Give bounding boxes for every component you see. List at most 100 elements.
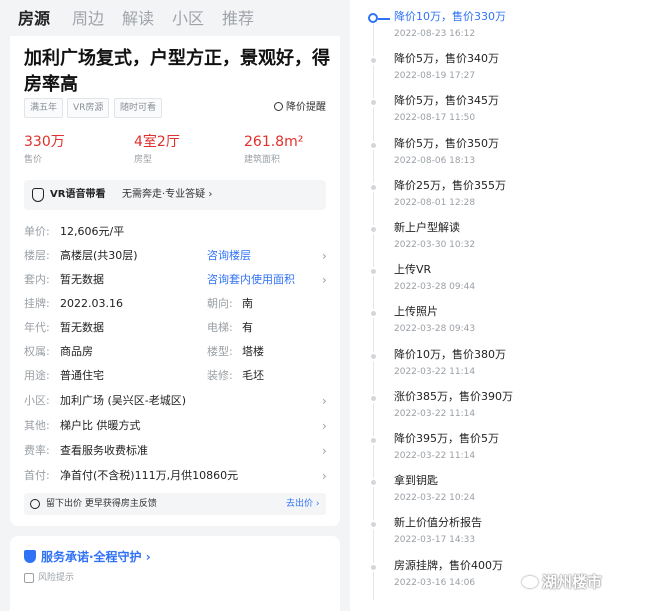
listing-card: 加利广场复式，户型方正，景观好，得房率高 满五年 VR房源 随时可看 降价提醒 … (10, 36, 340, 526)
timeline-date: 2022-08-17 11:50 (394, 113, 476, 124)
timeline-event: 拿到钥匙 (394, 474, 438, 488)
fees-value: 查看服务收费标准 (60, 444, 148, 457)
vr-icon (32, 188, 44, 202)
tab-surroundings[interactable]: 周边 (72, 8, 104, 30)
timeline-dot-icon (369, 436, 378, 445)
timeline-item: 拿到钥匙 2022-03-22 10:24 (350, 470, 660, 510)
detail-fees[interactable]: 费率: 查看服务收费标准 › (24, 441, 327, 461)
timeline-event: 涨价385万，售价390万 (394, 389, 513, 403)
timeline-item: 上传照片 2022-03-28 09:43 (350, 301, 660, 341)
timeline-event: 降价395万，售价5万 (394, 432, 499, 445)
price-alert-button[interactable]: 降价提醒 (274, 100, 326, 116)
community-label: 小区: (24, 394, 50, 407)
floor-value: 高楼层(共30层) (60, 249, 138, 262)
tab-analysis[interactable]: 解读 (122, 8, 154, 30)
timeline-date: 2022-03-22 10:24 (394, 493, 476, 504)
listed-value: 2022.03.16 (60, 297, 123, 310)
timeline-event: 降价5万，售价350万 (394, 136, 499, 150)
ask-floor-link[interactable]: 咨询楼层 (207, 246, 251, 266)
usage-value: 普通住宅 (60, 369, 104, 382)
timeline-event: 新上价值分析报告 (394, 516, 482, 530)
detail-usage: 用途: 普通住宅 装修: 毛坯 (24, 366, 326, 386)
layout-label: 房型 (134, 155, 153, 165)
timeline-date: 2022-03-30 10:32 (394, 240, 476, 250)
watermark-text: 湖州楼市 (542, 573, 603, 591)
timeline-date: 2022-08-06 18:13 (394, 155, 476, 166)
history-timeline: 降价10万，售价330万 2022-08-23 16:12 降价5万，售价340万 2… (350, 0, 660, 611)
timeline-date: 2022-03-28 09:44 (394, 282, 476, 293)
detail-other[interactable]: 其他: 梯户比 供暖方式 › (24, 416, 327, 436)
timeline-event: 降价25万，售价355万 (394, 178, 506, 192)
timeline-item: 降价10万，售价330万 2022-08-23 16:12 (350, 6, 660, 46)
detail-down-payment[interactable]: 首付: 净首付(不含税)111万,月供10860元 › (24, 466, 327, 486)
clock-icon (274, 102, 283, 111)
elevator-value: 有 (242, 321, 253, 334)
tag-viewable: 随时可看 (114, 98, 163, 118)
timeline-date: 2022-03-28 09:43 (394, 324, 476, 335)
building-type-value: 塔楼 (242, 345, 264, 358)
timeline-date: 2022-08-19 17:27 (394, 71, 476, 82)
vr-tour-banner[interactable]: VR语音带看 无需奔走·专业答疑 › (24, 180, 326, 210)
timeline-item: 涨价385万，售价390万 2022-03-22 11:14 (350, 386, 660, 426)
tab-bar: 房源 周边 解读 小区 推荐 (0, 0, 350, 36)
timeline-item: 上传VR 2022-03-28 09:44 (350, 259, 660, 299)
timeline-dot-icon (369, 267, 378, 277)
tab-recommend[interactable]: 推荐 (222, 8, 254, 30)
down-payment-label: 首付: (24, 469, 50, 482)
detail-ownership: 权属: 商品房 楼型: 塔楼 (24, 342, 326, 362)
vr-title: VR语音带看 (50, 189, 106, 200)
ownership-value: 商品房 (60, 345, 93, 358)
timeline-dot-icon (369, 140, 378, 150)
service-promise-link[interactable]: 服务承诺·全程守护 › (41, 548, 151, 566)
timeline-date: 2022-08-23 16:12 (394, 29, 476, 39)
year-label: 年代: (24, 321, 50, 334)
timeline-date: 2022-03-16 14:06 (394, 577, 476, 588)
timeline-date: 2022-03-22 11:14 (394, 366, 476, 377)
timeline-dot-icon (369, 478, 378, 488)
decoration-label: 装修: (207, 369, 233, 382)
other-label: 其他: (24, 419, 50, 432)
price-alert-label: 降价提醒 (286, 102, 326, 113)
chevron-right-icon: › (322, 273, 327, 287)
make-offer-button[interactable]: 去出价 › (286, 496, 319, 512)
timeline-item: 降价5万，售价340万 2022-08-19 17:27 (350, 48, 660, 88)
detail-community[interactable]: 小区: 加利广场 (吴兴区-老城区) › (24, 391, 327, 411)
year-value: 暂无数据 (60, 321, 104, 334)
timeline-date: 2022-03-17 14:33 (394, 535, 476, 546)
timeline-dot-icon (369, 309, 378, 319)
timeline-item: 新上价值分析报告 2022-03-17 14:33 (350, 512, 660, 552)
elevator-label: 电梯: (207, 321, 233, 334)
timeline-dot-icon (369, 98, 378, 108)
listed-label: 挂牌: (24, 297, 50, 310)
vr-subtitle: 无需奔走·专业答疑 › (122, 189, 213, 200)
watermark: 湖州楼市 (522, 571, 602, 593)
building-type-label: 楼型: (207, 345, 233, 358)
timeline-dot-icon (369, 56, 378, 66)
fees-label: 费率: (24, 444, 50, 457)
other-value: 梯户比 供暖方式 (60, 419, 141, 432)
tag-five-years: 满五年 (24, 98, 64, 118)
unit-price-value: 12,606元/平 (60, 225, 125, 238)
timeline-item: 新上户型解读 2022-03-30 10:32 (350, 217, 660, 257)
tab-community[interactable]: 小区 (172, 8, 204, 30)
price-label: 售价 (24, 155, 43, 165)
down-payment-value: 净首付(不含税)111万,月供10860元 (60, 469, 239, 482)
detail-year: 年代: 暂无数据 电梯: 有 (24, 318, 326, 338)
tab-listing[interactable]: 房源 (18, 8, 50, 30)
timeline-event: 降价10万，售价380万 (394, 347, 506, 361)
risk-notice-link[interactable]: 风险提示 (38, 571, 74, 585)
timeline-current-dot-icon (368, 13, 378, 23)
wechat-icon (522, 576, 538, 588)
timeline-event: 新上户型解读 (394, 221, 460, 234)
timeline-dot-icon (369, 225, 378, 234)
chevron-right-icon: › (322, 394, 327, 408)
timeline-item: 降价25万，售价355万 2022-08-01 12:28 (350, 175, 660, 215)
service-card: 服务承诺·全程守护 › 风险提示 (10, 536, 340, 611)
detail-floor[interactable]: 楼层: 高楼层(共30层) 咨询楼层 › (24, 246, 327, 266)
decoration-value: 毛坯 (242, 369, 264, 382)
timeline-item: 降价395万，售价5万 2022-03-22 11:14 (350, 428, 660, 468)
ask-inner-area-link[interactable]: 咨询套内使用面积 (207, 270, 295, 290)
listing-panel: 房源 周边 解读 小区 推荐 加利广场复式，户型方正，景观好，得房率高 满五年 … (0, 0, 350, 611)
detail-inner-area[interactable]: 套内: 暂无数据 咨询套内使用面积 › (24, 270, 327, 290)
tag-vr: VR房源 (67, 98, 110, 118)
